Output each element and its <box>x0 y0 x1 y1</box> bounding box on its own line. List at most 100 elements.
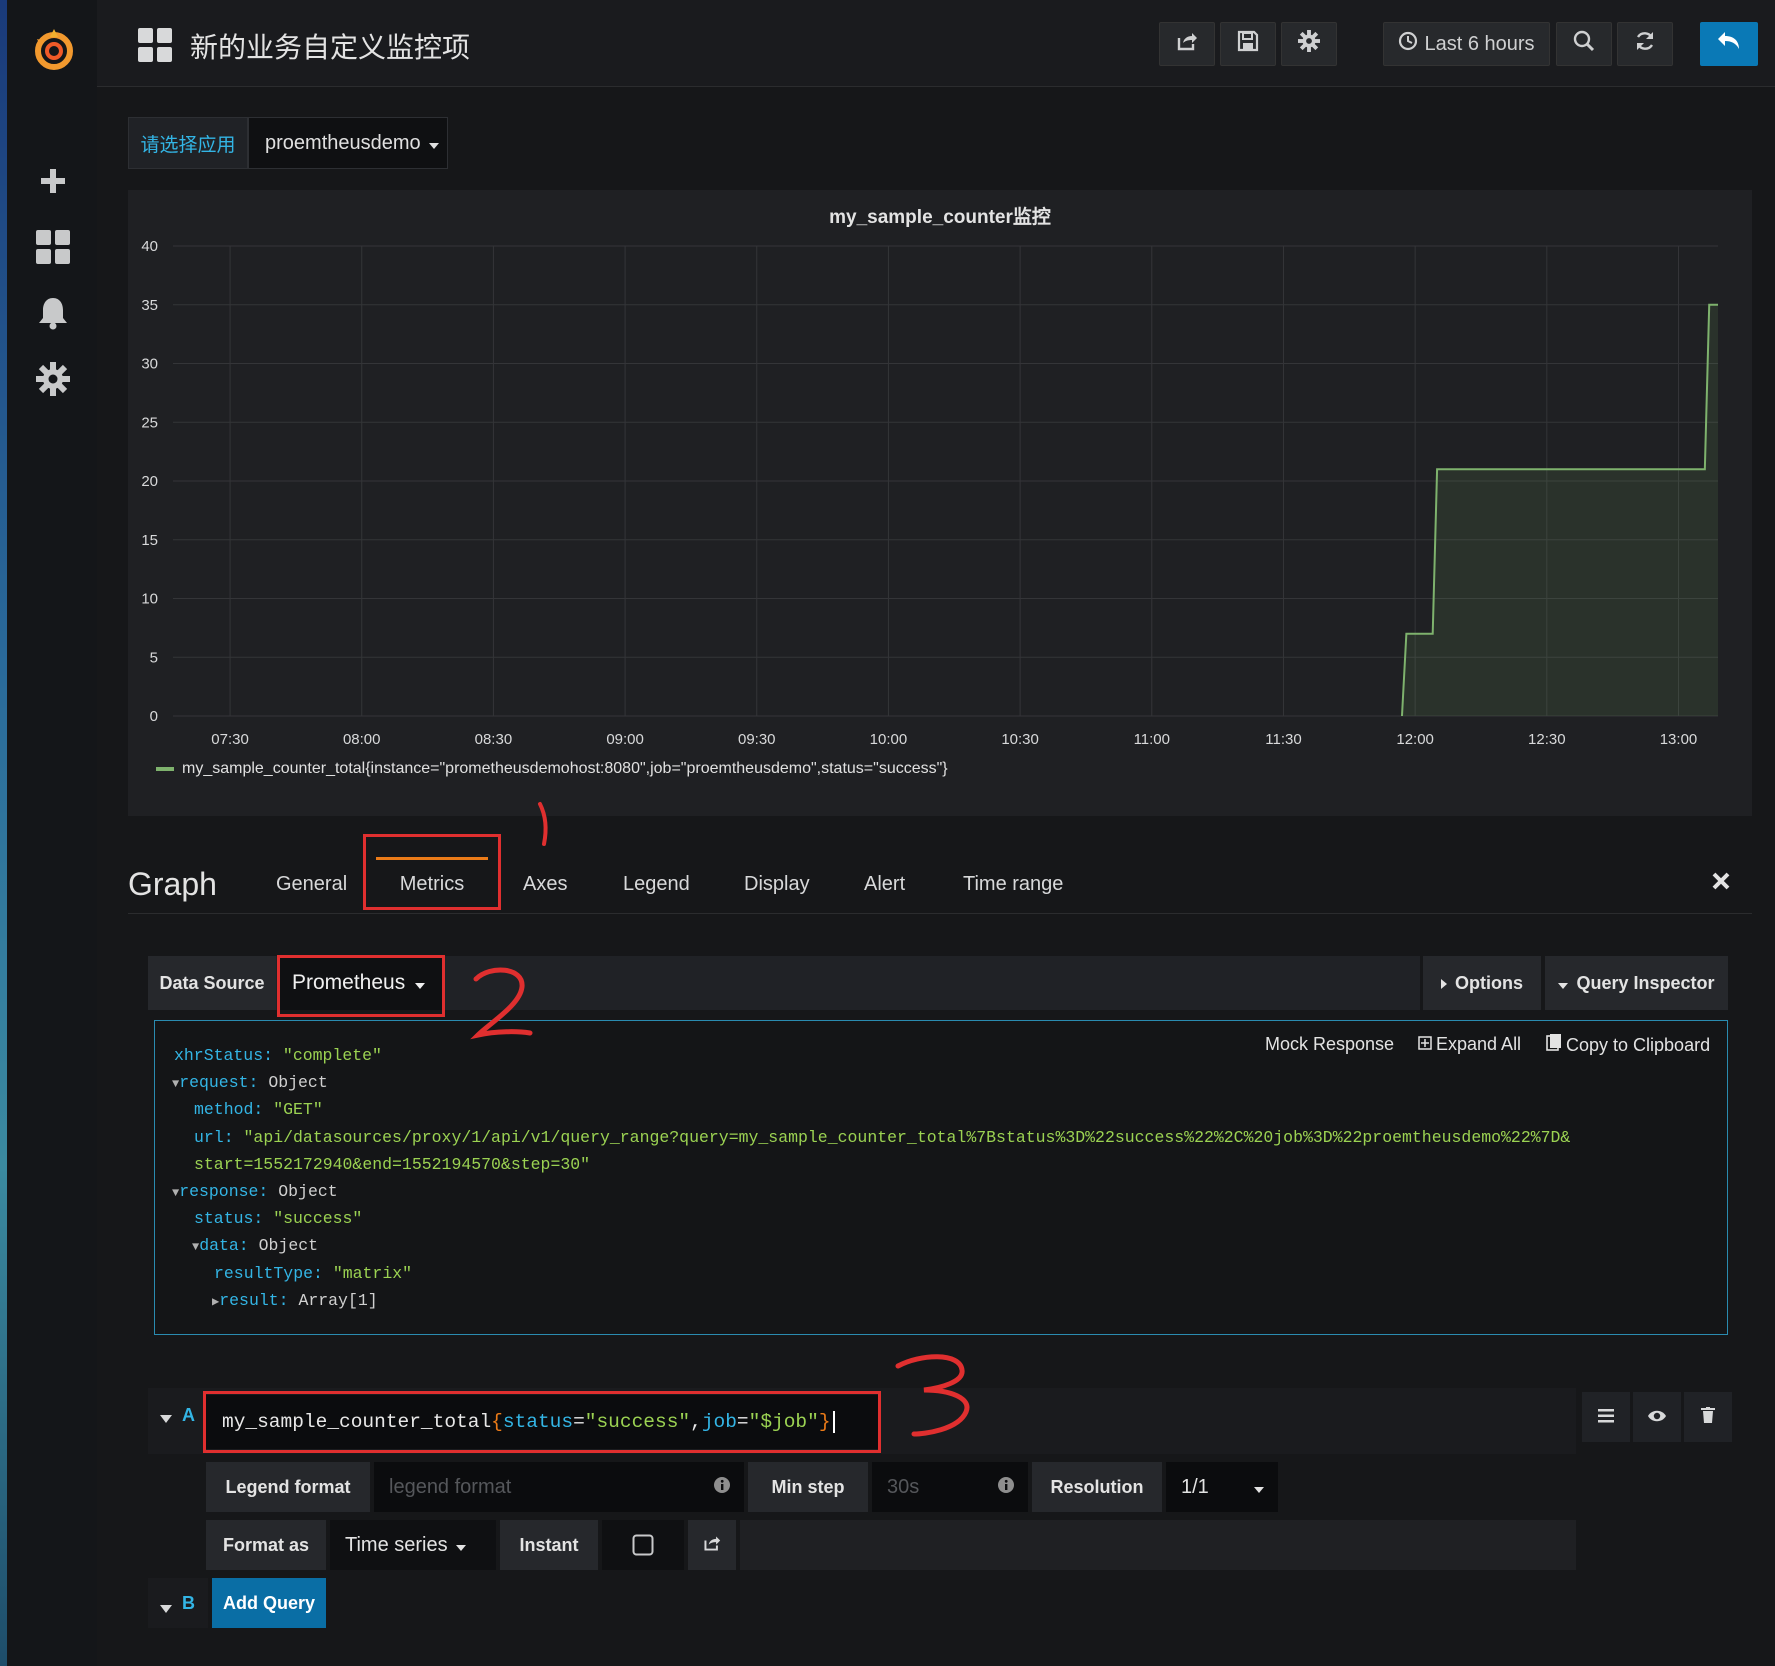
template-variable-select[interactable]: proemtheusdemo <box>248 117 448 169</box>
row-filler <box>740 1520 1576 1570</box>
graph-panel: my_sample_counter监控 0 5 10 15 20 25 30 35 40 07:3… <box>128 190 1752 816</box>
tab-alert[interactable]: Alert <box>864 873 905 896</box>
plus-icon[interactable] <box>30 158 76 204</box>
inspector-key: status: <box>194 1209 274 1229</box>
hamburger-icon <box>1598 1406 1614 1429</box>
legend-format-input[interactable]: legend format <box>374 1462 744 1512</box>
inspector-line[interactable]: ▼data: Object <box>192 1236 318 1255</box>
info-icon[interactable] <box>714 1476 730 1499</box>
annotation-box-datasource <box>277 955 445 1017</box>
eye-icon <box>1647 1406 1667 1429</box>
x-tick-label: 07:30 <box>211 731 249 748</box>
query-letter-a[interactable]: A <box>182 1405 195 1426</box>
y-tick-label: 15 <box>141 532 158 549</box>
refresh-icon <box>1634 30 1656 58</box>
legend-format-placeholder: legend format <box>389 1475 512 1498</box>
inspector-line: start=1552172940&end=1552194570&step=30" <box>194 1155 590 1174</box>
x-tick-label: 09:30 <box>738 731 776 748</box>
inspector-value: "api/datasources/proxy/1/api/v1/query_ra… <box>243 1127 1571 1147</box>
inspector-key: resultType: <box>214 1263 333 1283</box>
instant-checkbox[interactable] <box>602 1520 684 1570</box>
inspector-value: Object <box>258 1236 319 1256</box>
min-step-placeholder: 30s <box>887 1475 920 1498</box>
legend-series-label[interactable]: my_sample_counter_total{instance="promet… <box>182 760 948 778</box>
y-tick-label: 40 <box>141 238 158 255</box>
inspector-line[interactable]: ▼response: Object <box>172 1182 338 1201</box>
caret-down-icon <box>428 132 439 155</box>
resolution-label: Resolution <box>1032 1462 1162 1512</box>
format-as-value: Time series <box>345 1533 448 1556</box>
y-tick-label: 30 <box>141 356 158 373</box>
tab-general[interactable]: General <box>276 873 347 896</box>
mock-response-link[interactable]: Mock Response <box>1265 1034 1394 1055</box>
caret-down-icon <box>1254 1476 1264 1499</box>
inspector-key: method: <box>194 1100 274 1120</box>
dashboard-settings-button[interactable] <box>1281 22 1337 66</box>
query-inspector-label: Query Inspector <box>1576 972 1715 993</box>
tab-display[interactable]: Display <box>744 873 810 896</box>
time-range-picker[interactable]: Last 6 hours <box>1383 22 1550 66</box>
settings-icon <box>1298 30 1320 58</box>
expand-all-label: Expand All <box>1436 1034 1522 1054</box>
caret-down-icon[interactable] <box>160 1410 172 1428</box>
refresh-button[interactable] <box>1617 22 1673 66</box>
tabs-divider <box>128 913 1752 914</box>
format-as-label: Format as <box>206 1520 326 1570</box>
close-icon[interactable] <box>1712 872 1730 895</box>
caret-down-icon[interactable] <box>160 1600 172 1618</box>
bell-icon[interactable] <box>30 290 76 336</box>
graph-legend[interactable]: my_sample_counter_total{instance="promet… <box>156 760 948 778</box>
inspector-line: status: "success" <box>194 1209 362 1228</box>
inspector-line: resultType: "matrix" <box>214 1264 412 1283</box>
template-variable-value: proemtheusdemo <box>265 131 421 154</box>
expand-icon <box>1418 1034 1432 1055</box>
query-inspector-toggle[interactable]: Query Inspector <box>1545 956 1728 1010</box>
save-dashboard-button[interactable] <box>1220 22 1276 66</box>
options-toggle[interactable]: Options <box>1423 956 1541 1010</box>
dashboard-title[interactable]: 新的业务自定义监控项 <box>190 26 470 66</box>
y-tick-label: 5 <box>150 649 158 666</box>
zoom-out-button[interactable] <box>1556 22 1612 66</box>
resolution-select[interactable]: 1/1 <box>1166 1462 1278 1512</box>
inspector-key: data: <box>199 1236 259 1256</box>
tab-axes[interactable]: Axes <box>523 873 567 896</box>
dashboard-grid-icon[interactable] <box>138 28 172 67</box>
remove-query-button[interactable] <box>1684 1392 1732 1442</box>
add-query-button[interactable]: Add Query <box>212 1578 326 1628</box>
min-step-input[interactable]: 30s <box>872 1462 1028 1512</box>
dashboards-icon[interactable] <box>30 224 76 270</box>
x-tick-label: 11:00 <box>1134 731 1170 748</box>
time-range-label: Last 6 hours <box>1424 32 1535 55</box>
info-icon[interactable] <box>998 1476 1014 1499</box>
copy-to-clipboard-link[interactable]: Copy to Clipboard <box>1546 1034 1710 1057</box>
inspector-line: xhrStatus: "complete" <box>174 1046 382 1065</box>
query-letter-b[interactable]: B <box>182 1593 195 1614</box>
back-icon <box>1716 30 1742 58</box>
back-to-dashboard-button[interactable] <box>1700 22 1758 66</box>
inspector-key: url: <box>194 1127 244 1147</box>
graph-chart[interactable]: 0 5 10 15 20 25 30 35 40 07:30 08:00 08:30 09:00 09:3… <box>128 190 1752 750</box>
caret-right-icon <box>1441 973 1447 994</box>
format-as-select[interactable]: Time series <box>330 1520 496 1570</box>
copy-label: Copy to Clipboard <box>1566 1035 1711 1055</box>
inspector-value: "GET" <box>273 1100 323 1120</box>
y-tick-label: 10 <box>141 591 158 608</box>
toggle-query-visibility-button[interactable] <box>1633 1392 1681 1442</box>
gear-icon[interactable] <box>30 356 76 402</box>
expand-all-link[interactable]: Expand All <box>1418 1034 1521 1055</box>
tab-legend[interactable]: Legend <box>623 873 690 896</box>
inspector-line: url: "api/datasources/proxy/1/api/v1/que… <box>194 1128 1570 1147</box>
y-tick-label: 25 <box>141 414 158 431</box>
external-link-button[interactable] <box>688 1520 736 1570</box>
tab-time-range[interactable]: Time range <box>963 873 1063 896</box>
save-icon <box>1237 30 1259 58</box>
inspector-line[interactable]: ▶result: Array[1] <box>212 1291 378 1310</box>
share-icon <box>703 1534 721 1557</box>
inspector-key: request: <box>179 1073 269 1093</box>
query-menu-button[interactable] <box>1582 1392 1630 1442</box>
grafana-logo-icon[interactable] <box>26 22 82 78</box>
inspector-line[interactable]: ▼request: Object <box>172 1073 328 1092</box>
legend-format-label: Legend format <box>206 1462 370 1512</box>
share-button[interactable] <box>1159 22 1215 66</box>
x-tick-label: 09:00 <box>606 731 644 748</box>
